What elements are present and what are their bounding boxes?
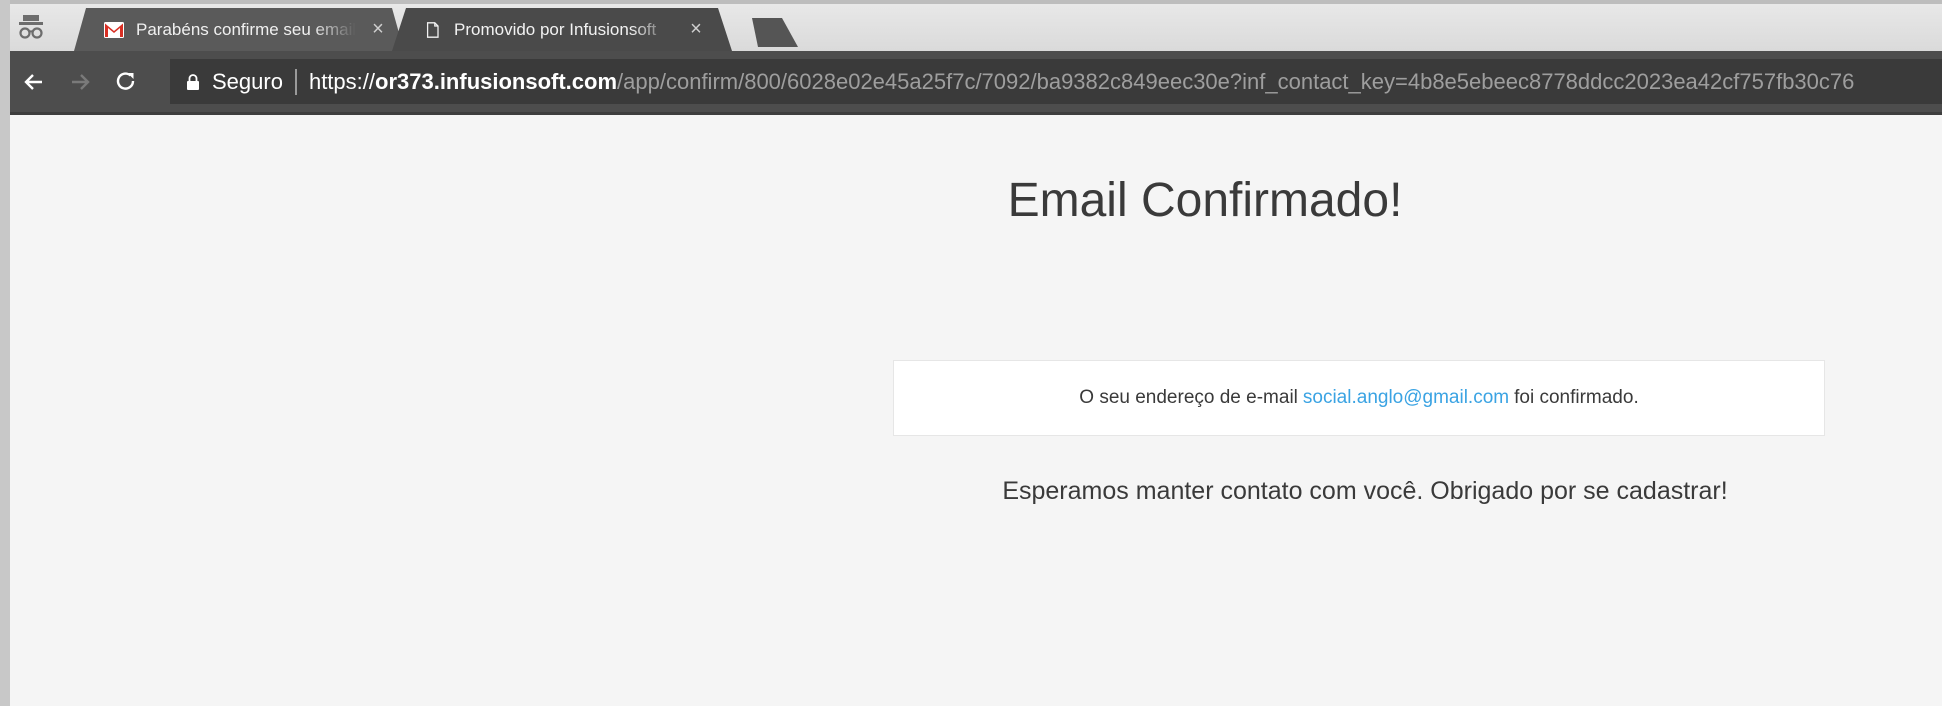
tab-title: Parabéns confirme seu email <box>136 19 356 39</box>
gmail-icon <box>104 21 124 38</box>
reload-icon <box>116 72 135 90</box>
tab-close-icon[interactable]: × <box>686 18 706 41</box>
url-scheme: https:// <box>308 68 375 94</box>
tab-gmail[interactable]: Parabéns confirme seu email × <box>74 8 404 51</box>
page-icon <box>426 21 439 38</box>
thanks-message: Esperamos manter contato com você. Obrig… <box>1002 477 1728 505</box>
incognito-icon <box>19 15 43 39</box>
arrow-left-icon <box>24 74 42 90</box>
tab-close-icon[interactable]: × <box>368 18 388 41</box>
reload-button[interactable] <box>112 68 140 96</box>
confirmation-message-suffix: foi confirmado. <box>1514 387 1639 408</box>
arrow-right-icon <box>72 74 90 90</box>
forward-button[interactable] <box>66 68 94 96</box>
url-path: /app/confirm/800/6028e02e45a25f7c/7092/b… <box>617 68 1855 94</box>
address-bar[interactable]: Seguro https://or373.infusionsoft.com/ap… <box>170 59 1942 104</box>
lock-icon <box>187 73 199 90</box>
url-host: or373.infusionsoft.com <box>375 68 618 94</box>
email-link[interactable]: social.anglo@gmail.com <box>1303 387 1509 409</box>
tab-strip: Parabéns confirme seu email × Promovido … <box>10 0 1942 51</box>
page-content: Email Confirmado! O seu endereço de e-ma… <box>10 115 1942 706</box>
browser-toolbar: Seguro https://or373.infusionsoft.com/ap… <box>10 51 1942 115</box>
tab-infusionsoft[interactable]: Promovido por Infusionsoft × <box>392 8 732 51</box>
new-tab-button[interactable] <box>742 18 798 47</box>
url-divider <box>294 68 297 95</box>
secure-label: Seguro <box>212 68 283 94</box>
back-button[interactable] <box>20 68 48 96</box>
confirmation-box: O seu endereço de e-mail social.anglo@gm… <box>893 360 1825 436</box>
tab-title: Promovido por Infusionsoft <box>454 19 657 39</box>
confirmation-message-prefix: O seu endereço de e-mail <box>1079 387 1298 408</box>
page-title: Email Confirmado! <box>1007 174 1403 227</box>
browser-window: Parabéns confirme seu email × Promovido … <box>10 0 1942 706</box>
